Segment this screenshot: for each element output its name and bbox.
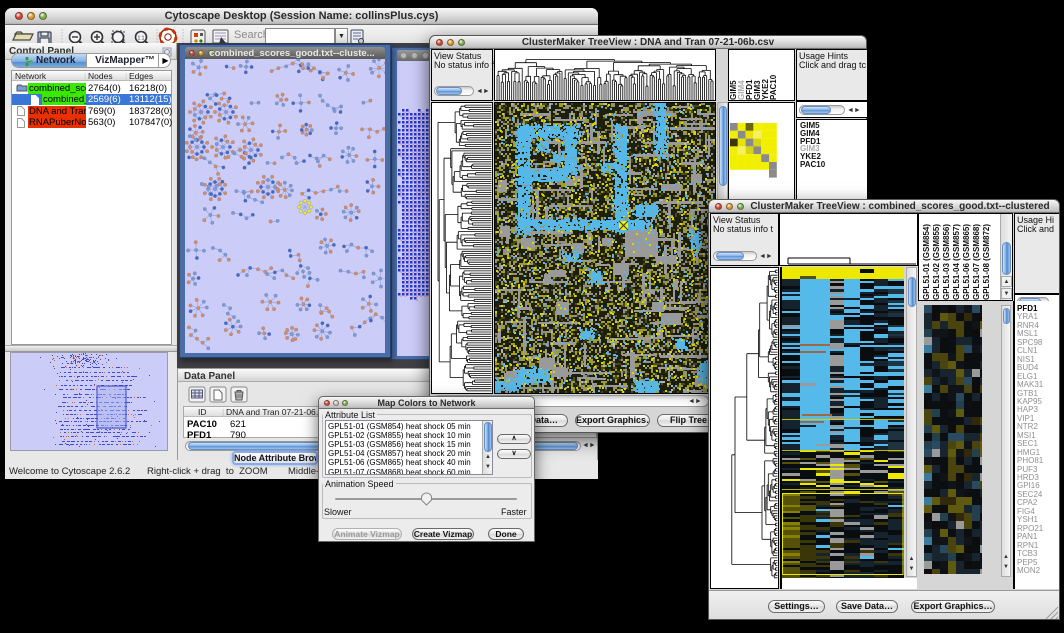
svg-text:1:1: 1:1 <box>138 36 145 42</box>
